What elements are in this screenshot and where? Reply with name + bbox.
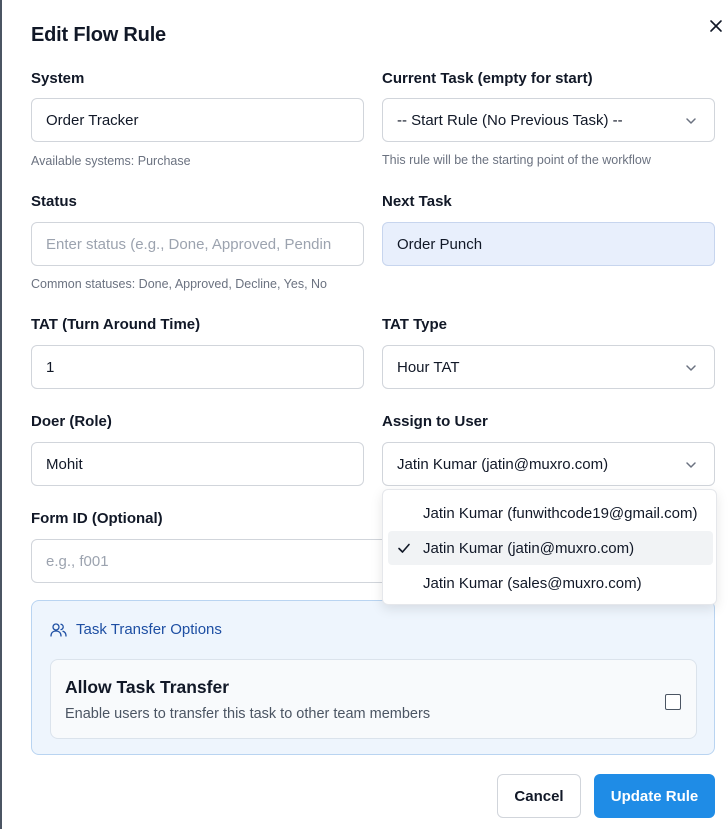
- status-placeholder: Enter status (e.g., Done, Approved, Pend…: [46, 235, 332, 253]
- system-value: Order Tracker: [46, 111, 139, 129]
- user-option-label: Jatin Kumar (jatin@muxro.com): [423, 539, 635, 557]
- form-id-placeholder: e.g., f001: [46, 552, 109, 570]
- dialog-title: Edit Flow Rule: [31, 24, 166, 46]
- edit-flow-rule-dialog: Edit Flow Rule System Order Tracker Avai…: [0, 0, 728, 829]
- chevron-down-icon: [686, 462, 696, 468]
- next-task-label: Next Task: [382, 193, 452, 210]
- tat-input[interactable]: 1: [31, 345, 364, 389]
- next-task-field[interactable]: Order Punch: [382, 222, 715, 266]
- allow-transfer-checkbox[interactable]: [665, 694, 681, 710]
- chevron-down-icon: [686, 118, 696, 124]
- assign-user-label: Assign to User: [382, 413, 488, 430]
- tat-type-value: Hour TAT: [397, 358, 460, 376]
- assign-user-value: Jatin Kumar (jatin@muxro.com): [397, 455, 609, 473]
- system-input[interactable]: Order Tracker: [31, 98, 364, 142]
- allow-transfer-title: Allow Task Transfer: [65, 677, 230, 697]
- checkmark-icon: [398, 543, 410, 553]
- system-label: System: [31, 70, 85, 87]
- task-transfer-heading: Task Transfer Options: [50, 621, 222, 638]
- form-id-label: Form ID (Optional): [31, 510, 163, 527]
- tat-type-select[interactable]: Hour TAT: [382, 345, 715, 389]
- form-id-input[interactable]: e.g., f001: [31, 539, 411, 583]
- tat-value: 1: [46, 358, 55, 376]
- chevron-down-icon: [686, 365, 696, 371]
- allow-transfer-card: Allow Task Transfer Enable users to tran…: [50, 659, 697, 739]
- cancel-button[interactable]: Cancel: [497, 774, 581, 818]
- update-rule-button[interactable]: Update Rule: [594, 774, 715, 818]
- doer-value: Mohit: [46, 455, 83, 473]
- user-option[interactable]: Jatin Kumar (sales@muxro.com): [388, 566, 713, 600]
- status-label: Status: [31, 193, 77, 210]
- current-task-value: -- Start Rule (No Previous Task) --: [397, 111, 623, 129]
- user-option[interactable]: Jatin Kumar (funwithcode19@gmail.com): [388, 496, 713, 530]
- current-task-help: This rule will be the starting point of …: [382, 153, 651, 167]
- user-option-label: Jatin Kumar (sales@muxro.com): [423, 574, 642, 592]
- current-task-select[interactable]: -- Start Rule (No Previous Task) --: [382, 98, 715, 142]
- status-help: Common statuses: Done, Approved, Decline…: [31, 277, 327, 291]
- tat-type-label: TAT Type: [382, 316, 447, 333]
- user-option-selected[interactable]: Jatin Kumar (jatin@muxro.com): [388, 531, 713, 565]
- next-task-value: Order Punch: [397, 235, 483, 253]
- tat-label: TAT (Turn Around Time): [31, 316, 201, 333]
- allow-transfer-description: Enable users to transfer this task to ot…: [65, 706, 431, 722]
- close-icon[interactable]: [707, 17, 725, 35]
- doer-input[interactable]: Mohit: [31, 442, 364, 486]
- task-transfer-heading-text: Task Transfer Options: [76, 621, 222, 638]
- assign-user-dropdown: Jatin Kumar (funwithcode19@gmail.com) Ja…: [382, 489, 717, 605]
- current-task-label: Current Task (empty for start): [382, 70, 593, 87]
- assign-user-select[interactable]: Jatin Kumar (jatin@muxro.com): [382, 442, 715, 486]
- user-option-label: Jatin Kumar (funwithcode19@gmail.com): [423, 504, 698, 522]
- users-icon: [50, 622, 67, 637]
- status-input[interactable]: Enter status (e.g., Done, Approved, Pend…: [31, 222, 364, 266]
- doer-label: Doer (Role): [31, 413, 112, 430]
- task-transfer-panel: Task Transfer Options Allow Task Transfe…: [31, 600, 715, 755]
- system-help: Available systems: Purchase: [31, 154, 191, 168]
